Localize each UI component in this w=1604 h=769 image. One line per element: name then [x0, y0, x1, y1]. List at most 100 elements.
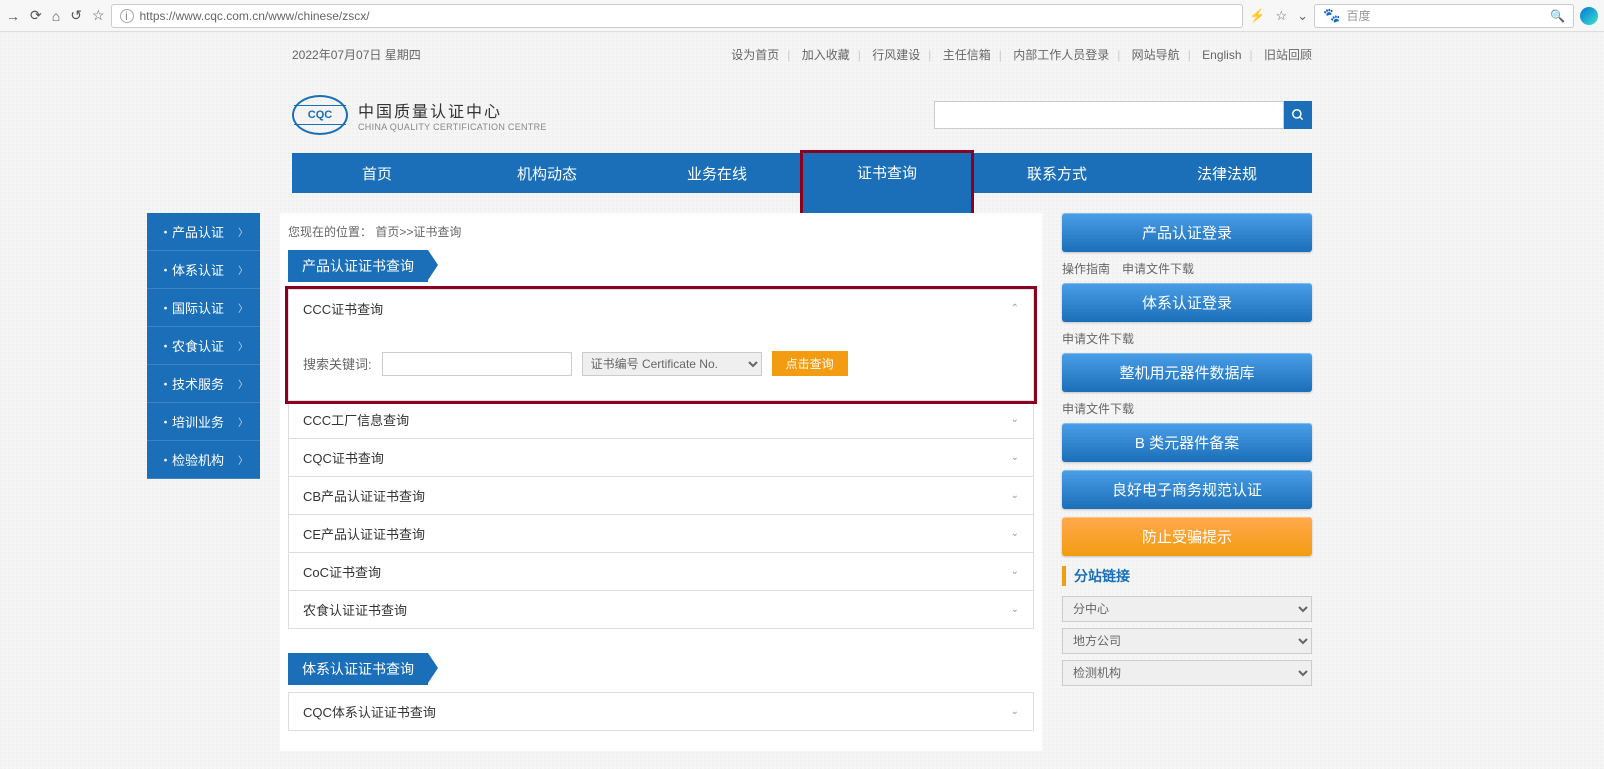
acc-body-ccc: 搜索关键词: 证书编号 Certificate No. 点击查询 [289, 327, 1033, 400]
chevron-right-icon: 〉 [238, 300, 248, 315]
top-link-2[interactable]: 行风建设 [872, 48, 920, 62]
acc-header-cb[interactable]: CB产品认证证书查询⌄ [289, 477, 1033, 514]
chevron-down-icon: ⌄ [1011, 706, 1019, 717]
acc-header-ce[interactable]: CE产品认证证书查询⌄ [289, 515, 1033, 552]
right-column: 产品认证登录 操作指南申请文件下载 体系认证登录 申请文件下载 整机用元器件数据… [1062, 213, 1312, 692]
chevron-down-icon: ⌄ [1011, 452, 1019, 463]
top-link-1[interactable]: 加入收藏 [802, 48, 850, 62]
btn-system-login[interactable]: 体系认证登录 [1062, 283, 1312, 322]
home-icon[interactable]: ⌂ [52, 8, 60, 24]
top-link-4[interactable]: 内部工作人员登录 [1013, 48, 1109, 62]
nav-home[interactable]: 首页 [292, 153, 462, 193]
baidu-paw-icon: 🐾 [1323, 7, 1340, 24]
edge-icon[interactable] [1580, 7, 1598, 25]
btn-database[interactable]: 整机用元器件数据库 [1062, 353, 1312, 392]
top-links: 设为首页| 加入收藏| 行风建设| 主任信箱| 内部工作人员登录| 网站导航| … [731, 46, 1312, 63]
logo-en: CHINA QUALITY CERTIFICATION CENTRE [358, 122, 547, 132]
main-column: 您现在的位置： 首页>>证书查询 产品认证证书查询 CCC证书查询 ⌃ 搜索关键… [280, 213, 1042, 751]
nav-business[interactable]: 业务在线 [632, 153, 802, 193]
address-bar[interactable]: i https://www.cqc.com.cn/www/chinese/zsc… [111, 4, 1244, 28]
leftnav-system[interactable]: ・体系认证〉 [147, 251, 260, 289]
browser-toolbar: → ⟳ ⌂ ↺ ☆ i https://www.cqc.com.cn/www/c… [0, 0, 1604, 32]
chevron-right-icon: 〉 [238, 452, 248, 467]
acc-header-cqc[interactable]: CQC证书查询⌄ [289, 439, 1033, 476]
search-submit-button[interactable]: 点击查询 [772, 351, 848, 376]
select-local[interactable]: 地方公司 [1062, 628, 1312, 654]
left-nav: ・产品认证〉 ・体系认证〉 ・国际认证〉 ・农食认证〉 ・技术服务〉 ・培训业务… [147, 213, 260, 479]
header: CQC 中国质量认证中心 CHINA QUALITY CERTIFICATION… [292, 77, 1312, 153]
nav-news[interactable]: 机构动态 [462, 153, 632, 193]
breadcrumb: 您现在的位置： 首页>>证书查询 [280, 213, 1042, 250]
label-download2[interactable]: 申请文件下载 [1062, 330, 1134, 347]
acc-header-cqc-system[interactable]: CQC体系认证证书查询⌄ [289, 693, 1033, 730]
btn-product-login[interactable]: 产品认证登录 [1062, 213, 1312, 252]
breadcrumb-current: 证书查询 [413, 225, 461, 239]
search-keyword-label: 搜索关键词: [303, 354, 372, 373]
top-link-3[interactable]: 主任信箱 [943, 48, 991, 62]
chevron-right-icon: 〉 [238, 224, 248, 239]
star-icon[interactable]: ☆ [1275, 8, 1287, 24]
acc-ccc-cert: CCC证书查询 ⌃ 搜索关键词: 证书编号 Certificate No. 点击… [288, 289, 1034, 401]
btn-scam-warning[interactable]: 防止受骗提示 [1062, 517, 1312, 556]
leftnav-tech[interactable]: ・技术服务〉 [147, 365, 260, 403]
top-link-6[interactable]: English [1202, 48, 1241, 62]
top-link-0[interactable]: 设为首页 [731, 48, 779, 62]
leftnav-intl[interactable]: ・国际认证〉 [147, 289, 260, 327]
forward-icon[interactable]: → [6, 8, 20, 24]
label-guide[interactable]: 操作指南 [1062, 260, 1110, 277]
btn-b-class[interactable]: B 类元器件备案 [1062, 423, 1312, 462]
browser-search-placeholder: 百度 [1346, 7, 1370, 24]
leftnav-product[interactable]: ・产品认证〉 [147, 213, 260, 251]
site-info-icon[interactable]: i [120, 9, 134, 23]
label-download3[interactable]: 申请文件下载 [1062, 400, 1134, 417]
select-branch[interactable]: 分中心 [1062, 596, 1312, 622]
main-nav: 首页 机构动态 业务在线 证书查询 联系方式 法律法规 [292, 153, 1312, 193]
history-icon[interactable]: ↺ [70, 7, 82, 24]
chevron-up-icon: ⌃ [1011, 303, 1019, 314]
chevron-down-icon[interactable]: ⌄ [1297, 8, 1308, 24]
section-product-cert: 产品认证证书查询 [288, 250, 428, 282]
search-keyword-input[interactable] [382, 352, 572, 376]
chevron-down-icon: ⌄ [1011, 528, 1019, 539]
chevron-down-icon: ⌄ [1011, 490, 1019, 501]
browser-search-box[interactable]: 🐾 百度 🔍 [1314, 4, 1574, 28]
search-icon[interactable]: 🔍 [1550, 9, 1565, 23]
label-download1[interactable]: 申请文件下载 [1122, 260, 1194, 277]
section-system-cert: 体系认证证书查询 [288, 653, 428, 685]
logo-cn: 中国质量认证中心 [358, 98, 547, 122]
date-label: 2022年07月07日 星期四 [292, 46, 421, 63]
logo-globe-icon: CQC [292, 95, 348, 135]
lightning-icon[interactable]: ⚡ [1249, 8, 1265, 24]
chevron-right-icon: 〉 [238, 262, 248, 277]
acc-header-ccc[interactable]: CCC证书查询 ⌃ [289, 290, 1033, 327]
chevron-down-icon: ⌄ [1011, 566, 1019, 577]
bookmark-icon[interactable]: ☆ [92, 7, 105, 24]
chevron-right-icon: 〉 [238, 376, 248, 391]
select-inspection[interactable]: 检测机构 [1062, 660, 1312, 686]
leftnav-inspect[interactable]: ・检验机构〉 [147, 441, 260, 479]
refresh-icon[interactable]: ⟳ [30, 7, 42, 24]
chevron-down-icon: ⌄ [1011, 414, 1019, 425]
side-heading-branches: 分站链接 [1062, 566, 1312, 586]
chevron-right-icon: 〉 [238, 338, 248, 353]
nav-contact[interactable]: 联系方式 [972, 153, 1142, 193]
nav-law[interactable]: 法律法规 [1142, 153, 1312, 193]
leftnav-agri[interactable]: ・农食认证〉 [147, 327, 260, 365]
chevron-down-icon: ⌄ [1011, 604, 1019, 615]
top-link-7[interactable]: 旧站回顾 [1264, 48, 1312, 62]
url-text: https://www.cqc.com.cn/www/chinese/zscx/ [140, 9, 370, 23]
header-search-input[interactable] [934, 101, 1284, 129]
search-type-select[interactable]: 证书编号 Certificate No. [582, 352, 762, 376]
top-bar: 2022年07月07日 星期四 设为首页| 加入收藏| 行风建设| 主任信箱| … [292, 32, 1312, 77]
acc-header-ccc-factory[interactable]: CCC工厂信息查询⌄ [289, 401, 1033, 438]
acc-header-coc[interactable]: CoC证书查询⌄ [289, 553, 1033, 590]
acc-header-agri[interactable]: 农食认证证书查询⌄ [289, 591, 1033, 628]
header-search-button[interactable] [1284, 101, 1312, 129]
logo[interactable]: CQC 中国质量认证中心 CHINA QUALITY CERTIFICATION… [292, 95, 547, 135]
leftnav-training[interactable]: ・培训业务〉 [147, 403, 260, 441]
chevron-right-icon: 〉 [238, 414, 248, 429]
header-search [934, 101, 1312, 129]
breadcrumb-home[interactable]: 首页 [375, 225, 399, 239]
top-link-5[interactable]: 网站导航 [1132, 48, 1180, 62]
btn-ecommerce[interactable]: 良好电子商务规范认证 [1062, 470, 1312, 509]
